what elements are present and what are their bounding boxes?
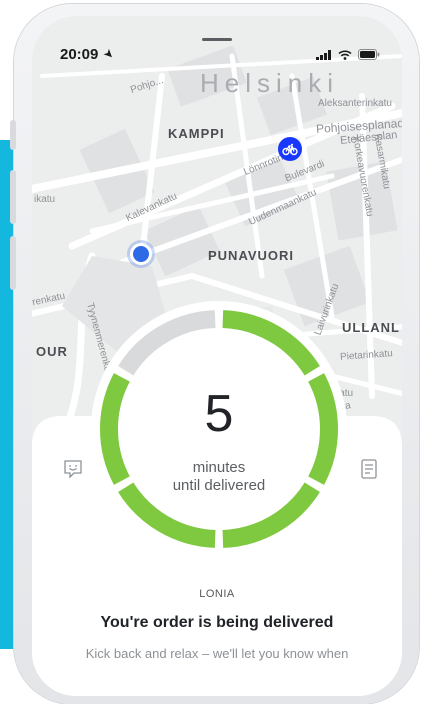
- minutes-caption-line1: minutes: [192, 459, 246, 476]
- receipt-icon: [361, 459, 377, 479]
- chat-smiley-icon: [64, 460, 82, 479]
- ring-segment-complete: [118, 482, 216, 548]
- courier-bicycle-pin[interactable]: [278, 137, 302, 161]
- receipt-button[interactable]: [358, 458, 380, 480]
- minutes-caption-line2: until delivered: [172, 477, 266, 494]
- mute-switch: [10, 120, 16, 150]
- minutes-caption: minutes until delivered: [99, 459, 339, 495]
- map-label-district: ULLANL: [342, 320, 400, 335]
- ring-segment-remaining: [118, 310, 216, 376]
- order-status-body: Kick back and relax – we'll let you know…: [85, 646, 349, 661]
- volume-up-button: [10, 170, 16, 224]
- status-icons: [316, 49, 380, 60]
- notch: [117, 16, 317, 46]
- bicycle-icon: [282, 143, 298, 156]
- app-screen: Helsinki Pohjo... Aleksanterinkatu Pohjo…: [32, 16, 402, 696]
- order-status-headline: You're order is being delivered: [100, 614, 334, 631]
- location-arrow-icon: ➤: [100, 45, 118, 63]
- map-label-district: KAMPPI: [168, 126, 225, 141]
- map-label-district: OUR: [36, 344, 68, 359]
- volume-down-button: [10, 236, 16, 290]
- status-time: 20:09: [60, 46, 99, 63]
- map-label-district: PUNAVUORI: [208, 248, 295, 263]
- restaurant-name: LONIA: [199, 588, 235, 600]
- map-label-city: Helsinki: [200, 68, 340, 98]
- ring-segment-complete: [222, 482, 320, 548]
- ring-segment-complete: [222, 310, 320, 376]
- map-label-street: Aleksanterinkatu: [318, 98, 392, 109]
- battery-icon: [358, 49, 380, 60]
- user-location-dot[interactable]: [133, 246, 149, 262]
- signal-icon: [316, 49, 331, 60]
- wifi-icon: [338, 49, 352, 60]
- status-bar: 20:09 ➤: [32, 16, 402, 63]
- minutes-remaining: 5: [204, 385, 234, 443]
- speaker-grille: [202, 38, 232, 41]
- chat-button[interactable]: [62, 458, 84, 480]
- map-label-street: ikatu: [34, 194, 56, 205]
